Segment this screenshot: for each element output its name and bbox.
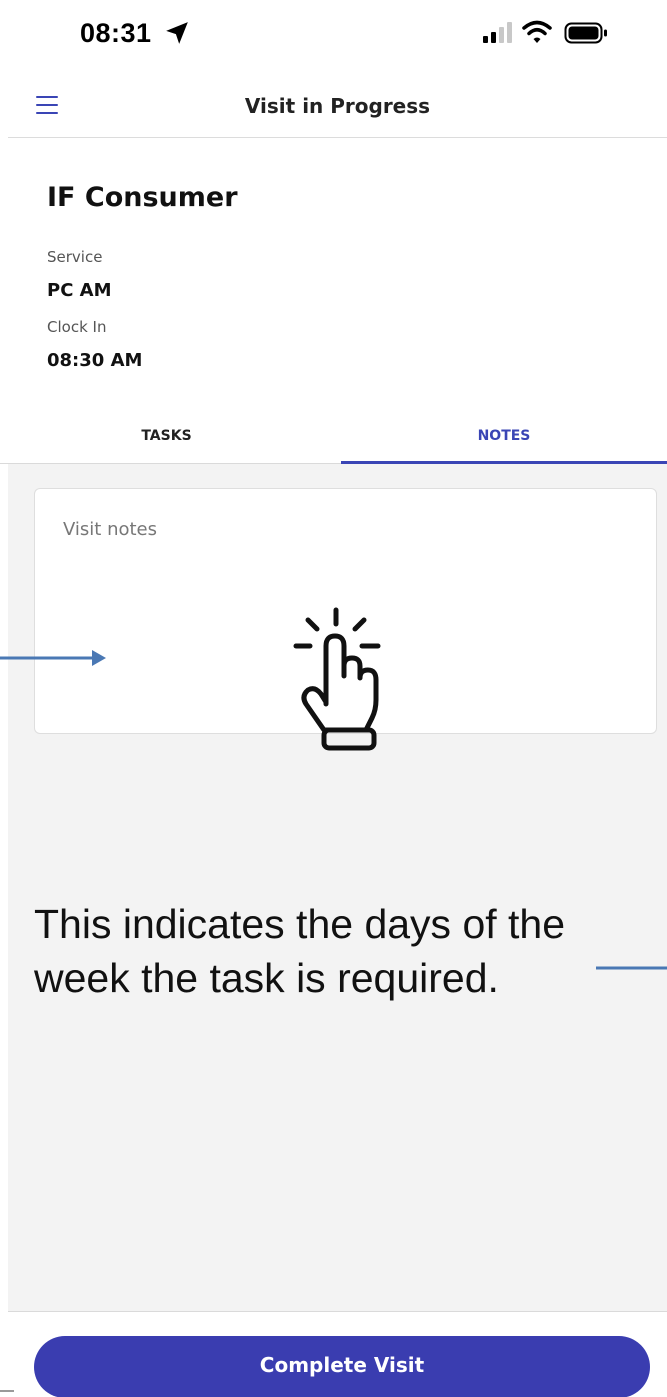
page-title: Visit in Progress <box>244 94 431 118</box>
cellular-signal-icon <box>483 22 512 43</box>
complete-visit-button[interactable]: Complete Visit <box>34 1336 650 1397</box>
annotation-text: This indicates the days of the week the … <box>34 901 566 1001</box>
line-pointer-icon <box>596 966 667 970</box>
clock-in-value: 08:30 AM <box>47 350 143 371</box>
app-header: Visit in Progress <box>8 70 667 138</box>
visit-notes-placeholder: Visit notes <box>63 519 158 540</box>
edge-marker <box>0 1390 14 1392</box>
tap-hand-icon <box>293 607 381 751</box>
notes-content-area: Visit notes <box>8 464 667 1311</box>
status-bar: 08:31 <box>0 0 667 70</box>
service-label: Service <box>47 248 103 266</box>
tab-tasks[interactable]: TASKS <box>0 410 333 464</box>
consumer-name: IF Consumer <box>47 182 238 213</box>
wifi-icon <box>522 20 552 43</box>
battery-icon <box>564 22 607 44</box>
service-value: PC AM <box>47 280 112 301</box>
tab-notes[interactable]: NOTES <box>341 410 667 464</box>
clock-in-label: Clock In <box>47 318 107 336</box>
arrow-right-icon <box>0 650 106 666</box>
location-arrow-icon <box>166 22 188 44</box>
tab-bar: TASKS NOTES <box>0 410 667 464</box>
status-time: 08:31 <box>80 18 152 48</box>
